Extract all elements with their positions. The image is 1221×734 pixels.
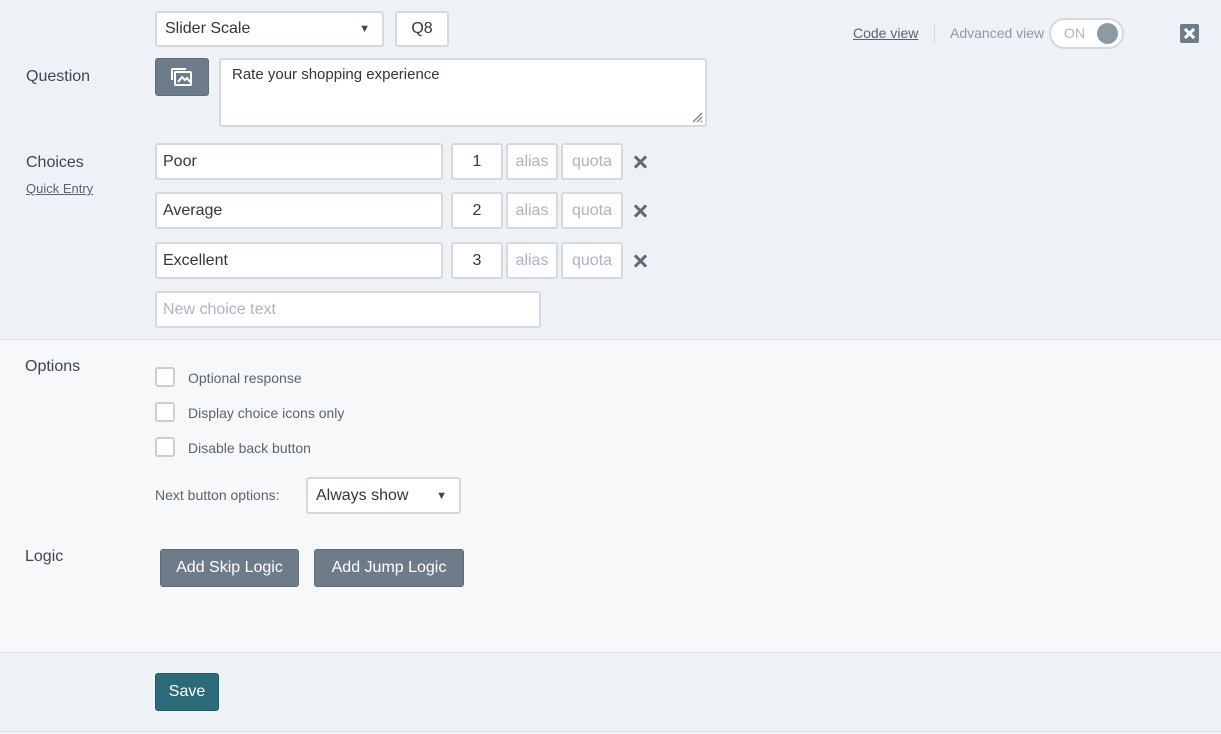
logic-label: Logic [25, 548, 64, 565]
choice-value-input[interactable]: 2 [451, 192, 503, 229]
choice-text-value: Excellent [163, 251, 228, 269]
add-skip-logic-button[interactable]: Add Skip Logic [160, 549, 299, 587]
options-label: Options [25, 358, 81, 375]
choice-text-input[interactable]: Poor [155, 143, 443, 180]
toggle-state-label: ON [1064, 25, 1085, 41]
choice-text-value: Average [163, 201, 223, 219]
choice-alias-input[interactable]: alias [506, 192, 558, 229]
advanced-view-label: Advanced view [950, 25, 1045, 41]
question-text-value: Rate your shopping experience [232, 66, 440, 83]
quota-placeholder: quota [571, 152, 613, 170]
choice-value-input[interactable]: 1 [451, 143, 503, 180]
alias-placeholder: alias [515, 152, 549, 170]
choice-quota-input[interactable]: quota [561, 242, 623, 279]
close-icon[interactable] [633, 204, 647, 218]
quick-entry-link[interactable]: Quick Entry [26, 181, 93, 196]
choice-value-input[interactable]: 3 [451, 242, 503, 279]
choice-text-value: Poor [163, 152, 197, 170]
next-button-options-select[interactable]: Always show ▼ [306, 477, 461, 514]
header-divider [934, 23, 935, 43]
choice-value: 3 [472, 251, 482, 269]
optional-response-checkbox[interactable] [155, 367, 175, 387]
question-id-input[interactable]: Q8 [395, 11, 449, 47]
choices-label: Choices [26, 154, 84, 171]
toggle-knob [1097, 23, 1118, 44]
close-icon[interactable] [633, 254, 647, 268]
next-button-options-value: Always show [316, 486, 409, 504]
choice-value: 2 [472, 201, 482, 219]
display-choice-icons-checkbox[interactable] [155, 402, 175, 422]
next-button-options-label: Next button options: [155, 487, 280, 503]
media-button[interactable] [155, 58, 209, 96]
chevron-down-icon: ▼ [359, 23, 370, 35]
choice-value: 1 [472, 152, 482, 170]
alias-placeholder: alias [515, 201, 549, 219]
quota-placeholder: quota [571, 251, 613, 269]
quota-placeholder: quota [571, 201, 613, 219]
add-jump-logic-button[interactable]: Add Jump Logic [314, 549, 464, 587]
question-type-value: Slider Scale [165, 20, 251, 37]
resize-handle-icon[interactable] [691, 111, 703, 123]
choice-alias-input[interactable]: alias [506, 242, 558, 279]
choice-quota-input[interactable]: quota [561, 143, 623, 180]
disable-back-button-checkbox[interactable] [155, 437, 175, 457]
optional-response-label: Optional response [188, 370, 302, 386]
close-box-icon[interactable] [1180, 24, 1199, 43]
display-choice-icons-label: Display choice icons only [188, 405, 345, 421]
question-label: Question [26, 68, 91, 85]
advanced-view-toggle[interactable]: ON [1049, 18, 1124, 49]
choice-text-input[interactable]: Average [155, 192, 443, 229]
disable-back-button-label: Disable back button [188, 440, 311, 456]
close-icon[interactable] [633, 155, 647, 169]
save-button[interactable]: Save [155, 673, 219, 711]
question-text-input[interactable]: Rate your shopping experience [219, 58, 707, 127]
alias-placeholder: alias [515, 251, 549, 269]
choice-text-input[interactable]: Excellent [155, 242, 443, 279]
new-choice-placeholder: New choice text [163, 300, 276, 318]
chevron-down-icon: ▼ [436, 489, 447, 502]
choice-alias-input[interactable]: alias [506, 143, 558, 180]
question-id-value: Q8 [411, 20, 433, 37]
question-type-select[interactable]: Slider Scale ▼ [155, 11, 384, 47]
image-icon [171, 68, 192, 86]
code-view-link[interactable]: Code view [853, 25, 918, 41]
new-choice-input[interactable]: New choice text [155, 291, 541, 328]
choice-quota-input[interactable]: quota [561, 192, 623, 229]
